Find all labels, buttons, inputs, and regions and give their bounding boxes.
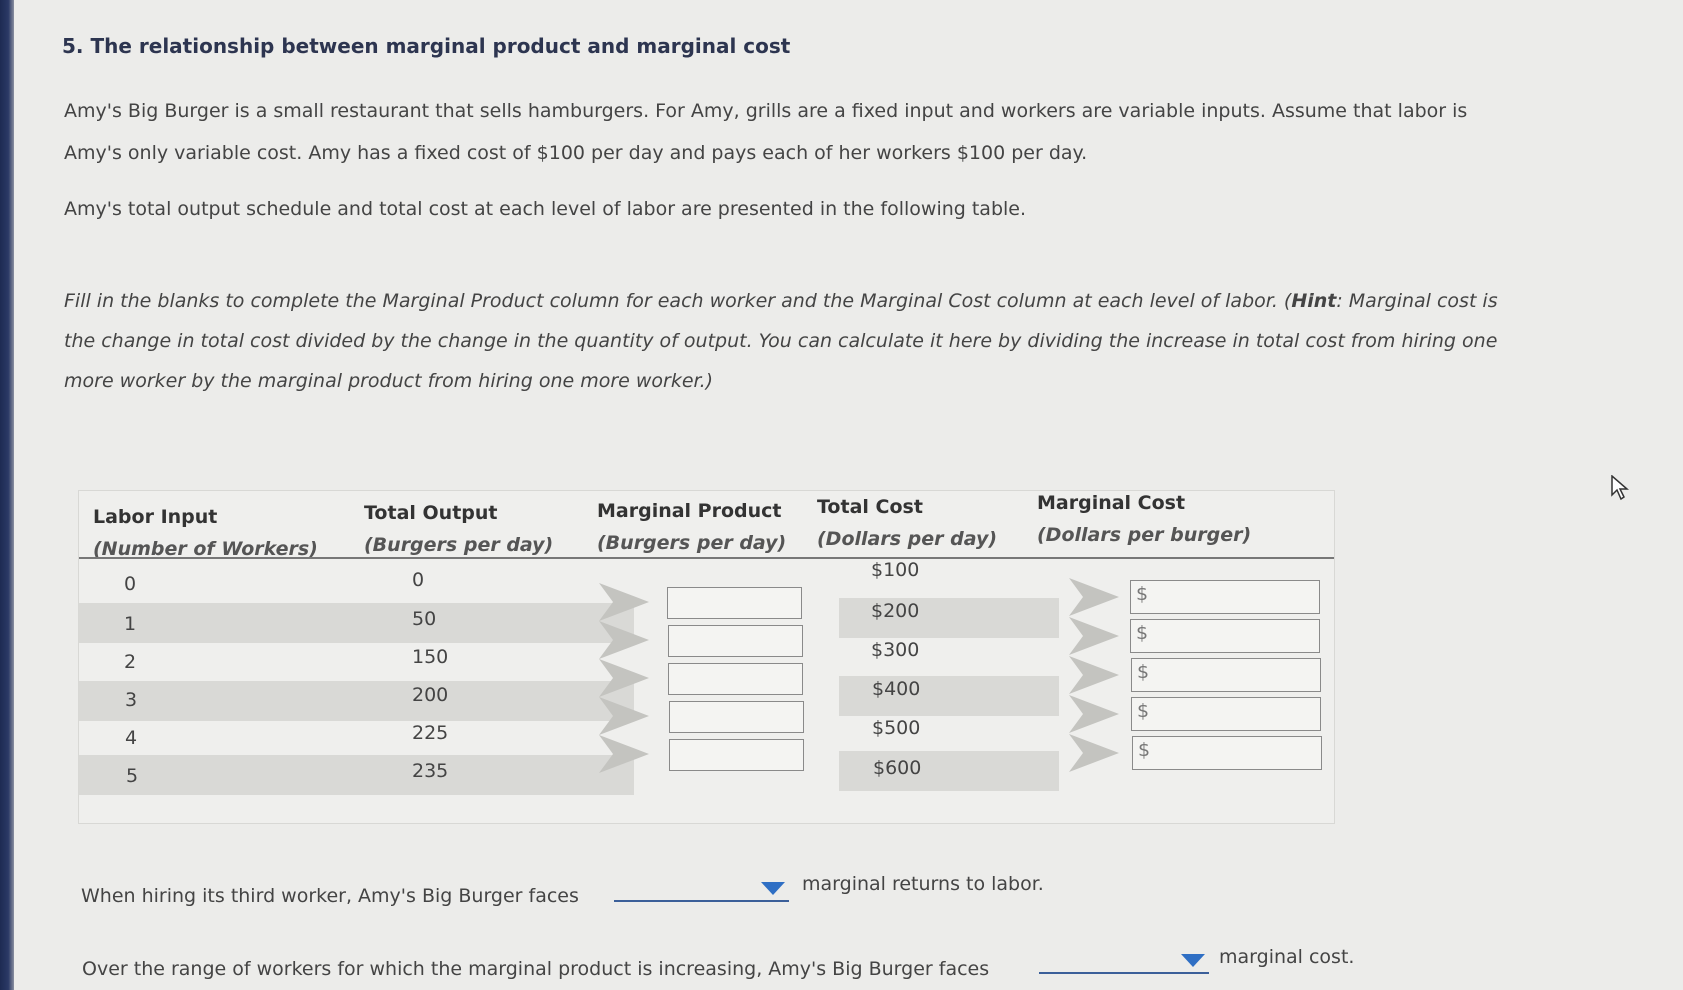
chevron-arrow-icon [599,621,649,659]
dollar-prefix: $ [1137,661,1150,683]
dollar-prefix: $ [1138,739,1151,761]
question-2-text-before: Over the range of workers for which the … [82,958,990,980]
instructions-text-b: : Marginal cost is [1336,290,1498,312]
output-cell: 0 [412,569,425,591]
row-shade-5 [79,755,634,795]
marginal-cost-input[interactable]: $ [1130,580,1320,614]
cost-table: Labor Input (Number of Workers) Total Ou… [78,490,1335,824]
chevron-arrow-icon [599,735,649,773]
dropdown-arrow-icon [1181,954,1205,967]
output-cell: 235 [412,760,449,782]
question-1-dropdown[interactable] [614,878,789,902]
marginal-cost-input[interactable]: $ [1131,658,1321,692]
marginal-product-input[interactable] [668,663,803,695]
question-1-text-before: When hiring its third worker, Amy's Big … [81,885,579,907]
chevron-arrow-icon [1069,695,1119,733]
intro-line-1: Amy's Big Burger is a small restaurant t… [64,100,1468,122]
instructions-text-a: Fill in the blanks to complete the Margi… [64,290,1292,312]
header-divider [79,557,1334,559]
marginal-product-input[interactable] [669,739,804,771]
instructions-line-1: Fill in the blanks to complete the Margi… [64,290,1498,313]
labor-cell: 1 [124,613,137,635]
screen-edge [0,0,14,990]
chevron-arrow-icon [1069,578,1119,616]
total-cost-cell: $300 [871,639,920,661]
instructions-line-3: more worker by the marginal product from… [64,370,714,392]
chevron-arrow-icon [1069,734,1119,772]
chevron-arrow-icon [599,659,649,697]
output-cell: 200 [412,684,449,706]
question-title: 5. The relationship between marginal pro… [62,34,791,58]
intro-line-2: Amy's only variable cost. Amy has a fixe… [64,142,1088,164]
labor-cell: 2 [124,651,137,673]
instructions-line-2: the change in total cost divided by the … [64,330,1498,352]
marginal-product-input[interactable] [667,587,802,619]
total-cost-cell: $100 [871,559,920,581]
dollar-prefix: $ [1137,700,1150,722]
total-cost-cell: $200 [871,600,920,622]
hint-label: Hint [1291,290,1337,312]
marginal-cost-input[interactable]: $ [1131,697,1321,731]
page: 5. The relationship between marginal pro… [14,0,1683,990]
chevron-arrow-icon [599,697,649,735]
header-total-cost: Total Cost (Dollars per day) [817,496,998,550]
question-2-text-after: marginal cost. [1219,946,1355,968]
labor-cell: 3 [125,689,138,711]
total-cost-cell: $500 [872,717,921,739]
tc-shade-5 [839,751,1059,791]
row-shade-3 [79,681,634,721]
marginal-product-input[interactable] [669,701,804,733]
output-cell: 225 [412,722,449,744]
dropdown-arrow-icon [761,882,785,895]
chevron-arrow-icon [1069,656,1119,694]
labor-cell: 0 [124,573,137,595]
marginal-cost-input[interactable]: $ [1132,736,1322,770]
total-cost-cell: $600 [873,757,922,779]
dollar-prefix: $ [1136,622,1149,644]
labor-cell: 4 [125,727,138,749]
chevron-arrow-icon [1069,617,1119,655]
total-cost-cell: $400 [872,678,921,700]
header-marginal-cost: Marginal Cost (Dollars per burger) [1037,492,1252,546]
marginal-cost-input[interactable]: $ [1130,619,1320,653]
output-cell: 150 [412,646,449,668]
question-1-text-after: marginal returns to labor. [802,873,1044,895]
marginal-product-input[interactable] [668,625,803,657]
labor-cell: 5 [126,765,139,787]
header-labor-input: Labor Input (Number of Workers) [93,506,318,560]
dollar-prefix: $ [1136,583,1149,605]
row-shade-1 [79,603,634,643]
header-total-output: Total Output (Burgers per day) [364,502,554,556]
intro-line-3: Amy's total output schedule and total co… [64,198,1027,220]
mouse-cursor-icon [1611,475,1630,501]
output-cell: 50 [412,608,437,630]
chevron-arrow-icon [599,583,649,621]
header-marginal-product: Marginal Product (Burgers per day) [597,500,787,554]
question-2-dropdown[interactable] [1039,950,1209,974]
